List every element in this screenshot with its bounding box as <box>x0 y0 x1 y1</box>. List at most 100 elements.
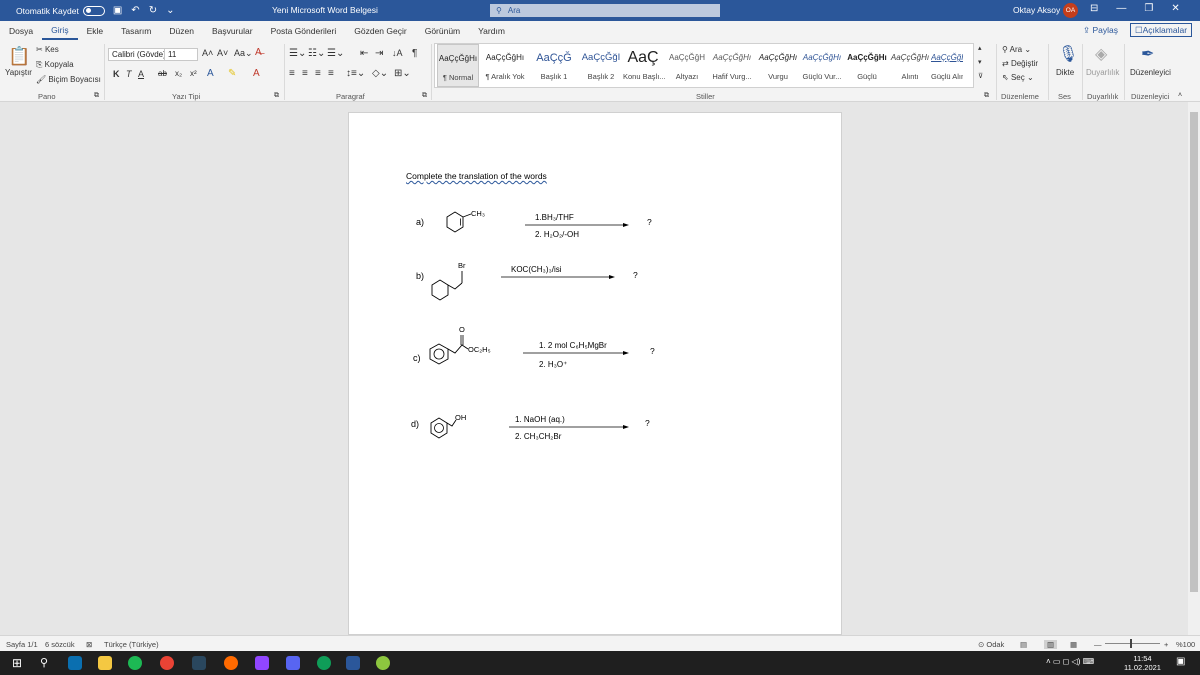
bullets-icon[interactable]: ☰⌄ <box>289 48 306 59</box>
tab-layout[interactable]: Düzen <box>160 21 203 40</box>
change-case-icon[interactable]: Aa⌄ <box>234 48 253 59</box>
sensitivity-button[interactable]: Duyarlılık <box>1086 68 1119 77</box>
format-painter-button[interactable]: 🖌 Biçim Boyacısı <box>36 75 101 84</box>
italic-icon[interactable]: T <box>126 69 132 79</box>
select-button[interactable]: ⇖ Seç ⌄ <box>1002 73 1034 82</box>
styles-scroll-down-icon[interactable]: ▾ <box>978 58 982 66</box>
app-icon[interactable] <box>376 656 390 670</box>
proofing-icon[interactable]: ⊠ <box>86 640 92 649</box>
tab-mailings[interactable]: Posta Gönderileri <box>262 21 346 40</box>
zoom-out-icon[interactable]: — <box>1094 640 1102 649</box>
multilevel-list-icon[interactable]: ☰⌄ <box>327 48 344 59</box>
dictate-button[interactable]: Dikte <box>1056 68 1074 77</box>
shading-icon[interactable]: ◇⌄ <box>372 68 388 79</box>
steam-like-icon[interactable] <box>68 656 82 670</box>
search-input[interactable]: ⚲ Ara <box>490 4 720 17</box>
style-emphasis[interactable]: AaÇçĞğHı Vurgu <box>757 44 799 87</box>
tab-design[interactable]: Tasarım <box>112 21 160 40</box>
highlight-icon[interactable]: ✎ <box>228 68 236 79</box>
style-heading-1[interactable]: AaÇçĞ Başlık 1 <box>531 44 577 87</box>
zoom-in-icon[interactable]: + <box>1164 640 1168 649</box>
editor-icon[interactable]: ✒ <box>1141 44 1154 64</box>
system-tray-icons[interactable]: ˄ ▭ ◻ ◁) ⌨ <box>1046 657 1094 666</box>
cut-button[interactable]: ✂ Kes <box>36 45 59 54</box>
styles-more-icon[interactable]: ⊽ <box>978 72 983 80</box>
avatar[interactable]: OA <box>1063 3 1078 18</box>
clear-formatting-icon[interactable]: A̶ <box>255 47 262 58</box>
undo-icon[interactable]: ↶ <box>131 5 139 16</box>
tab-file[interactable]: Dosya <box>0 21 42 40</box>
font-color-icon[interactable]: A <box>253 68 260 79</box>
font-launcher-icon[interactable]: ⧉ <box>274 92 279 100</box>
style-strong[interactable]: AaÇçĞğHı Güçlü <box>845 44 889 87</box>
tab-insert[interactable]: Ekle <box>78 21 113 40</box>
zoom-slider[interactable] <box>1105 643 1160 644</box>
replace-button[interactable]: ⇄ Değiştir <box>1002 59 1038 68</box>
vertical-scrollbar[interactable] <box>1188 102 1200 635</box>
find-button[interactable]: ⚲ Ara ⌄ <box>1002 45 1031 54</box>
share-button[interactable]: ⇪ Paylaş <box>1083 25 1118 36</box>
superscript-icon[interactable]: x² <box>190 69 197 78</box>
tab-help[interactable]: Yardım <box>469 21 514 40</box>
origin-icon[interactable] <box>224 656 238 670</box>
style-intense-emphasis[interactable]: AaÇçĞğHı Güçlü Vur... <box>799 44 845 87</box>
user-name[interactable]: Oktay Aksoy <box>1013 5 1060 15</box>
read-mode-icon[interactable]: ▤ <box>1020 640 1027 649</box>
paragraph-launcher-icon[interactable]: ⧉ <box>422 92 427 100</box>
restore-icon[interactable]: ❐ <box>1144 3 1153 14</box>
style-quote[interactable]: AaÇçĞğHı Alıntı <box>889 44 931 87</box>
text-effects-icon[interactable]: A <box>207 68 214 79</box>
comments-button[interactable]: ☐ Açıklamalar <box>1130 23 1193 37</box>
grow-font-icon[interactable]: A˄ <box>202 48 213 58</box>
underline-icon[interactable]: A <box>138 69 144 79</box>
styles-scroll-up-icon[interactable]: ▴ <box>978 44 982 52</box>
file-explorer-icon[interactable] <box>98 656 112 670</box>
language[interactable]: Türkçe (Türkiye) <box>104 640 159 649</box>
customize-toolbar-icon[interactable]: ⌄ <box>166 5 174 16</box>
notification-icon[interactable]: ▣ <box>1176 656 1185 667</box>
sensitivity-icon[interactable]: ◈ <box>1095 44 1107 64</box>
style-normal[interactable]: AaÇçĞğHı ¶ Normal <box>437 44 479 87</box>
editor-button[interactable]: Düzenleyici <box>1130 68 1171 77</box>
word-icon[interactable] <box>346 656 360 670</box>
collapse-ribbon-icon[interactable]: ˄ <box>1178 92 1182 99</box>
microphone-icon[interactable]: 🎙 <box>1058 44 1078 64</box>
clock[interactable]: 11:54 11.02.2021 <box>1124 654 1161 672</box>
style-heading-2[interactable]: AaÇçĞğI Başlık 2 <box>579 44 623 87</box>
ribbon-display-icon[interactable]: ⊟ <box>1090 3 1098 14</box>
tab-home[interactable]: Giriş <box>42 21 78 40</box>
zoom-slider-thumb[interactable] <box>1130 639 1132 648</box>
redo-icon[interactable]: ↻ <box>149 5 157 16</box>
sort-icon[interactable]: ↓A <box>392 48 403 58</box>
align-right-icon[interactable]: ≡ <box>315 68 321 79</box>
line-spacing-icon[interactable]: ↕≡⌄ <box>346 68 365 79</box>
justify-icon[interactable]: ≡ <box>328 68 334 79</box>
paste-icon[interactable]: 📋 <box>8 46 30 67</box>
shrink-font-icon[interactable]: A˅ <box>217 48 228 58</box>
focus-button[interactable]: ⊙ Odak <box>978 640 1004 649</box>
subscript-icon[interactable]: x₂ <box>175 69 182 78</box>
bold-icon[interactable]: K <box>113 69 120 79</box>
web-layout-icon[interactable]: ▦ <box>1070 640 1077 649</box>
chrome-icon[interactable] <box>160 656 174 670</box>
align-left-icon[interactable]: ≡ <box>289 68 295 79</box>
twitch-icon[interactable] <box>255 656 269 670</box>
edge-icon[interactable] <box>317 656 331 670</box>
decrease-indent-icon[interactable]: ⇤ <box>360 48 368 59</box>
spotify-icon[interactable] <box>128 656 142 670</box>
scrollbar-thumb[interactable] <box>1190 112 1198 592</box>
tab-review[interactable]: Gözden Geçir <box>345 21 415 40</box>
print-layout-icon[interactable]: ▥ <box>1044 640 1058 649</box>
borders-icon[interactable]: ⊞⌄ <box>394 68 411 79</box>
zoom-level[interactable]: %100 <box>1176 640 1195 649</box>
discord-icon[interactable] <box>286 656 300 670</box>
paste-button[interactable]: Yapıştır <box>5 68 32 77</box>
style-subtle-emphasis[interactable]: AaÇçĞğHı Hafif Vurg... <box>709 44 755 87</box>
style-no-spacing[interactable]: AaÇçĞğHı ¶ Aralık Yok <box>481 44 529 87</box>
strikethrough-icon[interactable]: ab <box>158 69 167 78</box>
style-title[interactable]: AaÇ Konu Başlı... <box>623 44 666 87</box>
pilcrow-icon[interactable]: ¶ <box>412 48 417 59</box>
save-icon[interactable]: ▣ <box>113 5 122 16</box>
font-size-select[interactable]: 11 <box>164 48 198 61</box>
close-icon[interactable]: ✕ <box>1171 3 1179 14</box>
